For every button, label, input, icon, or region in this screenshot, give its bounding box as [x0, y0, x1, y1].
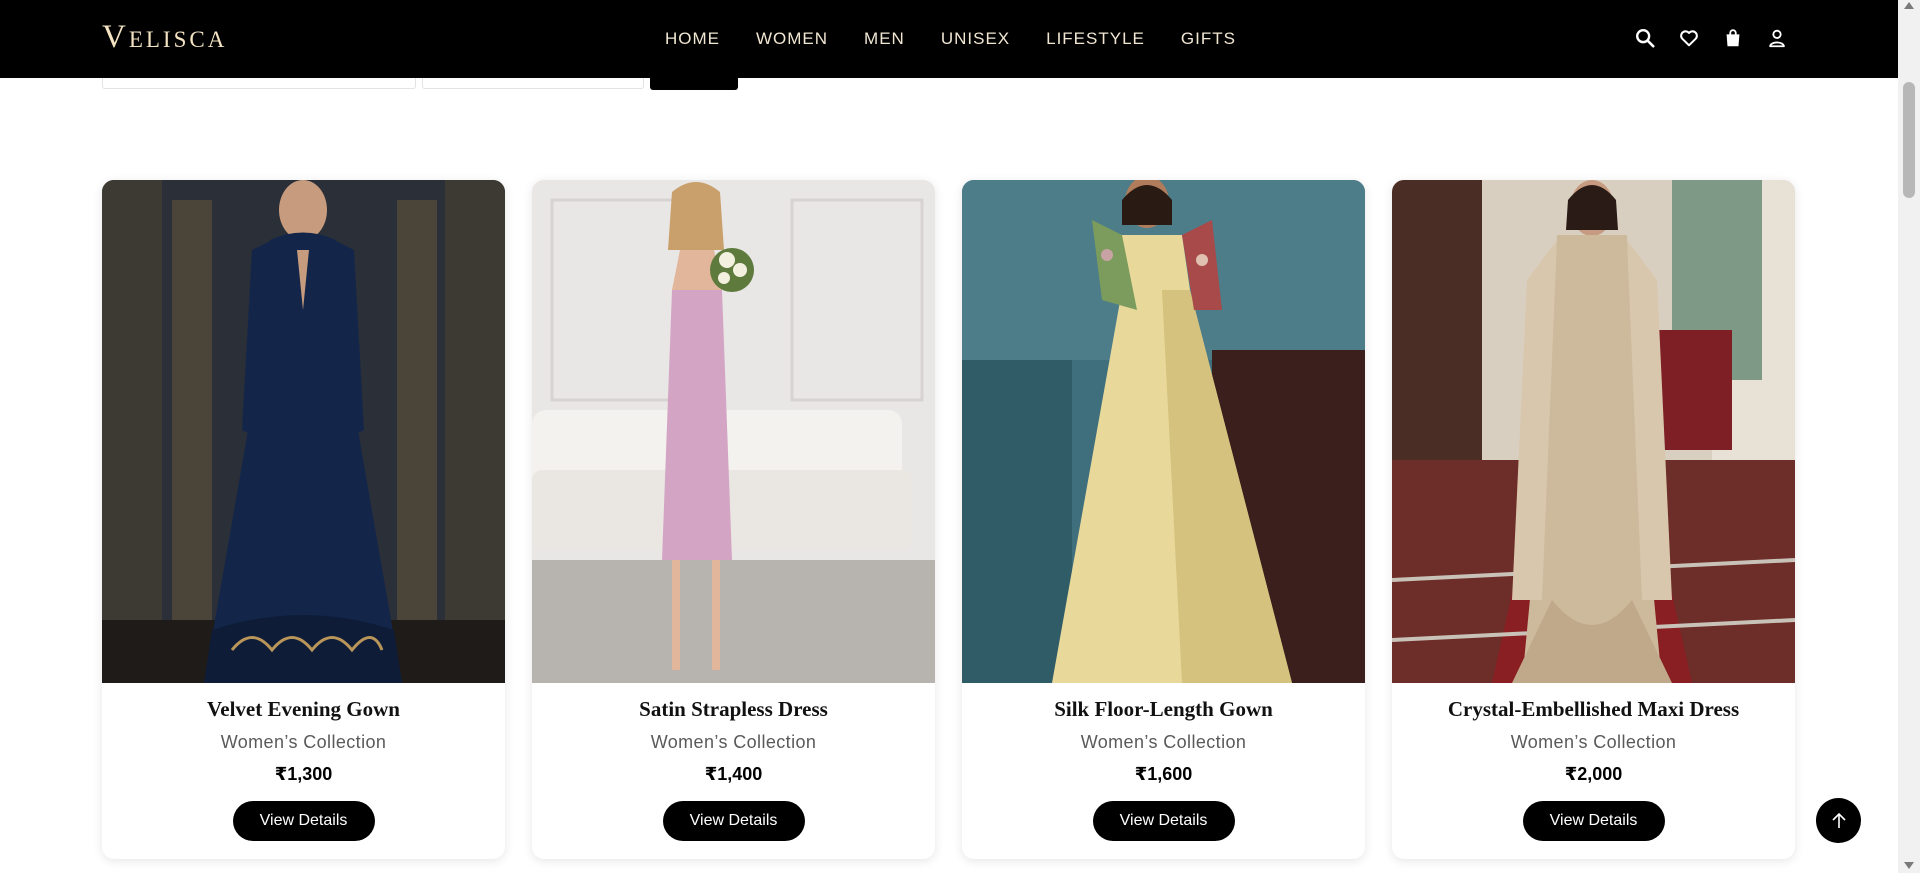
heart-icon[interactable]	[1678, 27, 1700, 49]
product-collection: Women’s Collection	[1510, 732, 1677, 752]
product-grid: Velvet Evening Gown Women’s Collection ₹…	[102, 180, 1795, 859]
product-card[interactable]: Crystal-Embellished Maxi Dress Women’s C…	[1392, 180, 1795, 859]
product-collection: Women’s Collection	[1080, 732, 1247, 752]
scroll-up-arrow-icon[interactable]	[1904, 2, 1914, 9]
product-price: ₹1,400	[704, 764, 763, 784]
view-details-button[interactable]: View Details	[1092, 801, 1235, 841]
nav-item-gifts[interactable]: GIFTS	[1181, 29, 1236, 49]
search-icon[interactable]	[1634, 27, 1656, 49]
nav-item-lifestyle[interactable]: LIFESTYLE	[1046, 29, 1145, 49]
product-collection: Women’s Collection	[650, 732, 817, 752]
nav-item-men[interactable]: MEN	[864, 29, 905, 49]
product-name[interactable]: Silk Floor-Length Gown	[962, 697, 1365, 722]
product-name[interactable]: Satin Strapless Dress	[532, 697, 935, 722]
product-name[interactable]: Velvet Evening Gown	[102, 697, 505, 722]
shopping-bag-icon[interactable]	[1722, 27, 1744, 49]
product-image[interactable]	[102, 180, 505, 683]
user-icon[interactable]	[1766, 27, 1788, 49]
site-header: Velisca HOME WOMEN MEN UNISEX LIFESTYLE …	[0, 0, 1898, 78]
product-price: ₹2,000	[1564, 764, 1623, 784]
scrollbar-thumb[interactable]	[1903, 82, 1915, 198]
back-to-top-button[interactable]	[1816, 798, 1861, 843]
product-price: ₹1,600	[1134, 764, 1193, 784]
product-price: ₹1,300	[274, 764, 333, 784]
view-details-button[interactable]: View Details	[662, 801, 805, 841]
product-name[interactable]: Crystal-Embellished Maxi Dress	[1392, 697, 1795, 722]
product-card[interactable]: Silk Floor-Length Gown Women’s Collectio…	[962, 180, 1365, 859]
brand-logo[interactable]: Velisca	[102, 19, 227, 56]
product-card[interactable]: Velvet Evening Gown Women’s Collection ₹…	[102, 180, 505, 859]
header-icons	[1634, 27, 1788, 49]
view-details-button[interactable]: View Details	[232, 801, 375, 841]
main-nav: HOME WOMEN MEN UNISEX LIFESTYLE GIFTS	[665, 0, 1272, 78]
view-details-button[interactable]: View Details	[1522, 801, 1665, 841]
arrow-up-icon	[1831, 812, 1846, 828]
page-scrollbar[interactable]	[1898, 0, 1920, 873]
product-image[interactable]	[1392, 180, 1795, 683]
nav-item-home[interactable]: HOME	[665, 29, 720, 49]
scroll-down-arrow-icon[interactable]	[1904, 862, 1914, 869]
product-image[interactable]	[962, 180, 1365, 683]
nav-item-women[interactable]: WOMEN	[756, 29, 828, 49]
product-collection: Women’s Collection	[220, 732, 387, 752]
nav-item-unisex[interactable]: UNISEX	[941, 29, 1010, 49]
product-card[interactable]: Satin Strapless Dress Women’s Collection…	[532, 180, 935, 859]
product-image[interactable]	[532, 180, 935, 683]
